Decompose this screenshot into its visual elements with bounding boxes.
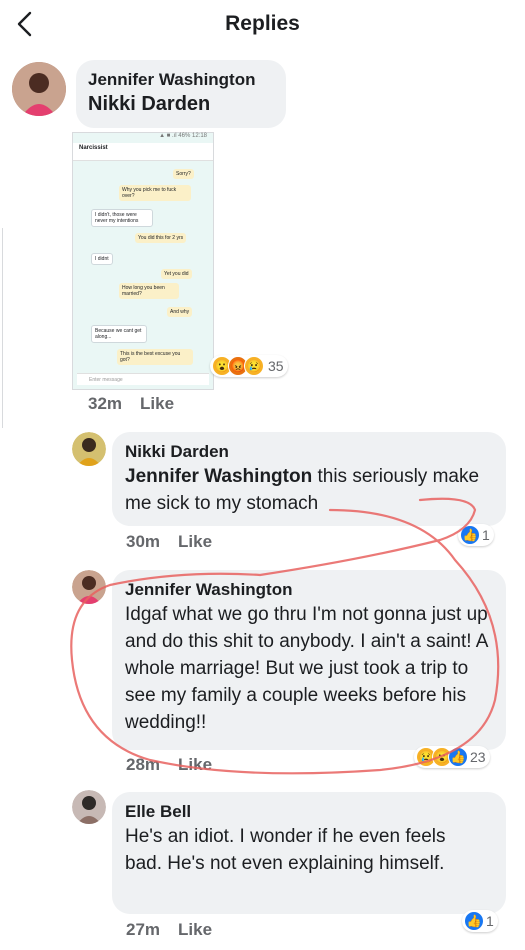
reaction-summary[interactable]: 👍 1 — [462, 910, 498, 932]
avatar[interactable] — [72, 790, 106, 824]
like-reaction-icon: 👍 — [464, 911, 484, 931]
comment-timestamp: 27m — [126, 920, 161, 939]
like-button[interactable]: Like — [178, 920, 212, 939]
comment-meta: 27m Like — [126, 920, 230, 940]
comment-author[interactable]: Elle Bell — [125, 801, 493, 823]
reaction-count: 1 — [486, 913, 494, 929]
comment-text: He's an idiot. I wonder if he even feels… — [125, 826, 446, 874]
comment-bubble: Elle Bell He's an idiot. I wonder if he … — [112, 792, 506, 914]
